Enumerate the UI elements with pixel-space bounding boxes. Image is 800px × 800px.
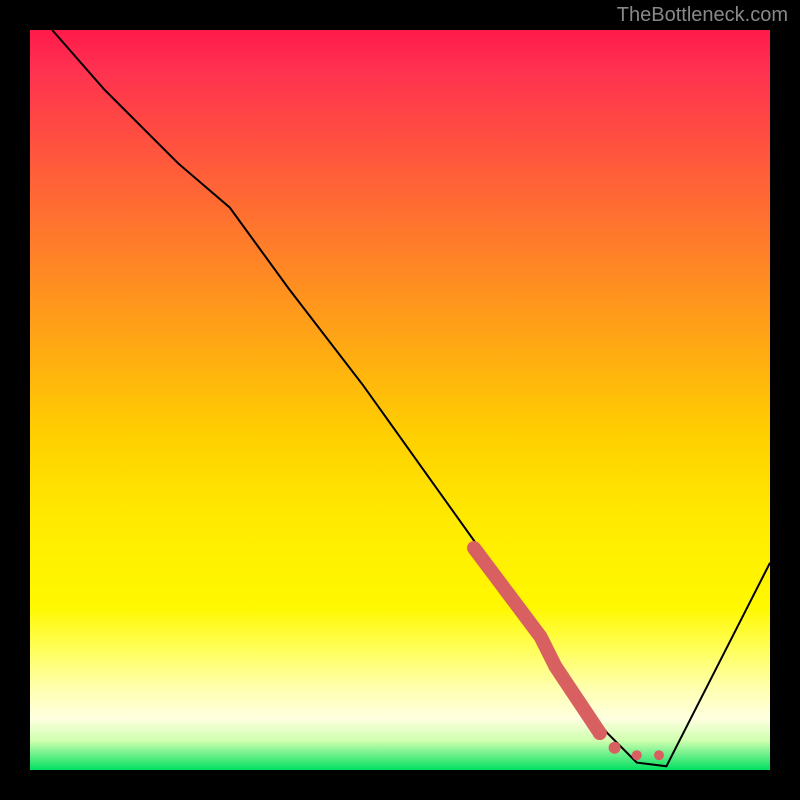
watermark-text: TheBottleneck.com: [617, 4, 788, 27]
marker-layer: [474, 548, 664, 760]
marker-dot: [654, 750, 664, 760]
marker-dot: [632, 750, 642, 760]
main-curve: [52, 30, 770, 766]
chart-svg: [30, 30, 770, 770]
marker-dot: [609, 742, 621, 754]
marker-dot: [593, 726, 607, 740]
chart-area: [30, 30, 770, 770]
curve-layer: [52, 30, 770, 766]
marker-thick-segment: [474, 548, 600, 733]
